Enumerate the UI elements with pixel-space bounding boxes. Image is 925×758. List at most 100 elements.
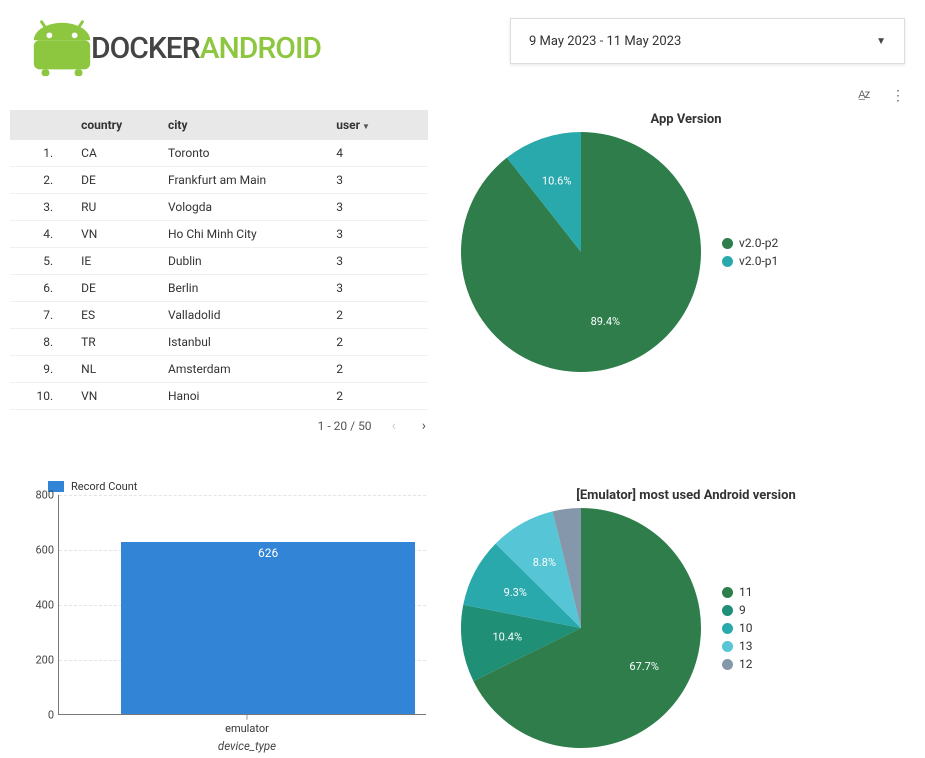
cell-country: CA [75, 140, 162, 167]
bar-value-label: 626 [258, 546, 278, 560]
header-city[interactable]: city [162, 110, 330, 140]
table-row: 10.VNHanoi2 [10, 383, 428, 410]
pie-svg: 67.7% 10.4% 9.3% 8.8% [460, 507, 702, 749]
legend-swatch [722, 623, 733, 634]
cell-user: 2 [330, 356, 428, 383]
table-pagination: 1 - 20 / 50 ‹ › [10, 410, 440, 436]
android-version-chart: [Emulator] most used Android version 67.… [446, 486, 925, 753]
prev-page-button[interactable]: ‹ [386, 416, 402, 436]
table-row: 2.DEFrankfurt am Main3 [10, 167, 428, 194]
brand-logo: DOCKERANDROID [10, 18, 510, 78]
cell-city: Hanoi [162, 383, 330, 410]
bar-xaxis-label: device_type [58, 735, 436, 753]
cell-country: TR [75, 329, 162, 356]
cell-city: Ho Chi Minh City [162, 221, 330, 248]
cell-city: Amsterdam [162, 356, 330, 383]
cell-country: DE [75, 275, 162, 302]
table-row: 6.DEBerlin3 [10, 275, 428, 302]
pie-svg: 89.4%10.6% [460, 131, 702, 373]
table-row: 7.ESValladolid2 [10, 302, 428, 329]
legend-label: v2.0-p1 [739, 254, 778, 268]
bar-legend-label: Record Count [71, 480, 137, 493]
table-row: 5.IEDublin3 [10, 248, 428, 275]
legend-label: 11 [739, 585, 753, 599]
legend-label: 9 [739, 603, 746, 617]
slice-label: 8.8% [533, 556, 556, 569]
cell-index: 10. [10, 383, 75, 410]
app-version-chart: App Version 89.4%10.6% v2.0-p2 v2.0-p1 [446, 110, 925, 436]
header-country[interactable]: country [75, 110, 162, 140]
cell-country: ES [75, 302, 162, 329]
legend-label: 10 [739, 621, 753, 635]
slice-label: 9.3% [504, 586, 527, 599]
brand-name-2: ANDROID [200, 31, 321, 66]
header-index[interactable] [10, 110, 75, 140]
cell-index: 1. [10, 140, 75, 167]
legend-item[interactable]: 9 [722, 603, 753, 617]
cell-city: Berlin [162, 275, 330, 302]
cell-city: Toronto [162, 140, 330, 167]
legend-item[interactable]: 10 [722, 621, 753, 635]
slice-label: 10.4% [492, 631, 522, 644]
cell-country: NL [75, 356, 162, 383]
bar-plot-area: 0200400600800626 [58, 495, 426, 715]
cell-city: Dublin [162, 248, 330, 275]
cell-user: 3 [330, 194, 428, 221]
legend-swatch [722, 256, 733, 267]
cell-city: Frankfurt am Main [162, 167, 330, 194]
cell-index: 8. [10, 329, 75, 356]
y-tick-label: 800 [35, 489, 59, 502]
y-tick-label: 600 [35, 544, 59, 557]
legend-item[interactable]: v2.0-p1 [722, 254, 778, 268]
chart-legend: v2.0-p2 v2.0-p1 [716, 236, 778, 268]
cell-user: 3 [330, 275, 428, 302]
legend-item[interactable]: 13 [722, 639, 753, 653]
legend-swatch [722, 641, 733, 652]
next-page-button[interactable]: › [416, 416, 432, 436]
legend-label: 12 [739, 657, 753, 671]
more-menu-icon[interactable]: ⋮ [891, 88, 905, 104]
legend-item[interactable]: 11 [722, 585, 753, 599]
cell-index: 4. [10, 221, 75, 248]
chart-legend: 11 9 10 13 12 [716, 585, 753, 671]
cell-index: 9. [10, 356, 75, 383]
slice-label: 67.7% [629, 660, 659, 673]
cell-user: 3 [330, 167, 428, 194]
date-range-picker[interactable]: 9 May 2023 - 11 May 2023 ▼ [510, 18, 905, 64]
cell-index: 3. [10, 194, 75, 221]
cell-user: 2 [330, 329, 428, 356]
sort-az-icon[interactable]: A̲Z [858, 88, 869, 104]
location-table-card: country city user 1.CAToronto42.DEFrankf… [10, 110, 440, 436]
record-count-bar-chart: Record Count 0200400600800626 | emulator… [10, 480, 440, 753]
cell-user: 2 [330, 302, 428, 329]
cell-index: 6. [10, 275, 75, 302]
legend-label: v2.0-p2 [739, 236, 778, 250]
slice-label: 89.4% [591, 315, 621, 328]
table-row: 3.RUVologda3 [10, 194, 428, 221]
cell-country: VN [75, 221, 162, 248]
cell-country: RU [75, 194, 162, 221]
cell-city: Istanbul [162, 329, 330, 356]
chart-title: App Version [446, 110, 925, 131]
legend-item[interactable]: v2.0-p2 [722, 236, 778, 250]
cell-country: DE [75, 167, 162, 194]
cell-index: 7. [10, 302, 75, 329]
location-table: country city user 1.CAToronto42.DEFrankf… [10, 110, 428, 410]
y-tick-label: 0 [48, 709, 59, 722]
header-user[interactable]: user [330, 110, 428, 140]
legend-swatch [722, 605, 733, 616]
brand-name-1: DOCKER [91, 31, 200, 66]
table-header-row: country city user [10, 110, 428, 140]
cell-index: 2. [10, 167, 75, 194]
legend-item[interactable]: 12 [722, 657, 753, 671]
cell-city: Vologda [162, 194, 330, 221]
y-tick-label: 400 [35, 599, 59, 612]
dropdown-icon: ▼ [876, 36, 886, 47]
table-row: 9.NLAmsterdam2 [10, 356, 428, 383]
bar[interactable]: 626 [121, 542, 415, 714]
legend-swatch [722, 238, 733, 249]
pagination-label: 1 - 20 / 50 [318, 419, 372, 433]
chart-title: [Emulator] most used Android version [446, 486, 925, 507]
table-row: 8.TRIstanbul2 [10, 329, 428, 356]
cell-country: VN [75, 383, 162, 410]
